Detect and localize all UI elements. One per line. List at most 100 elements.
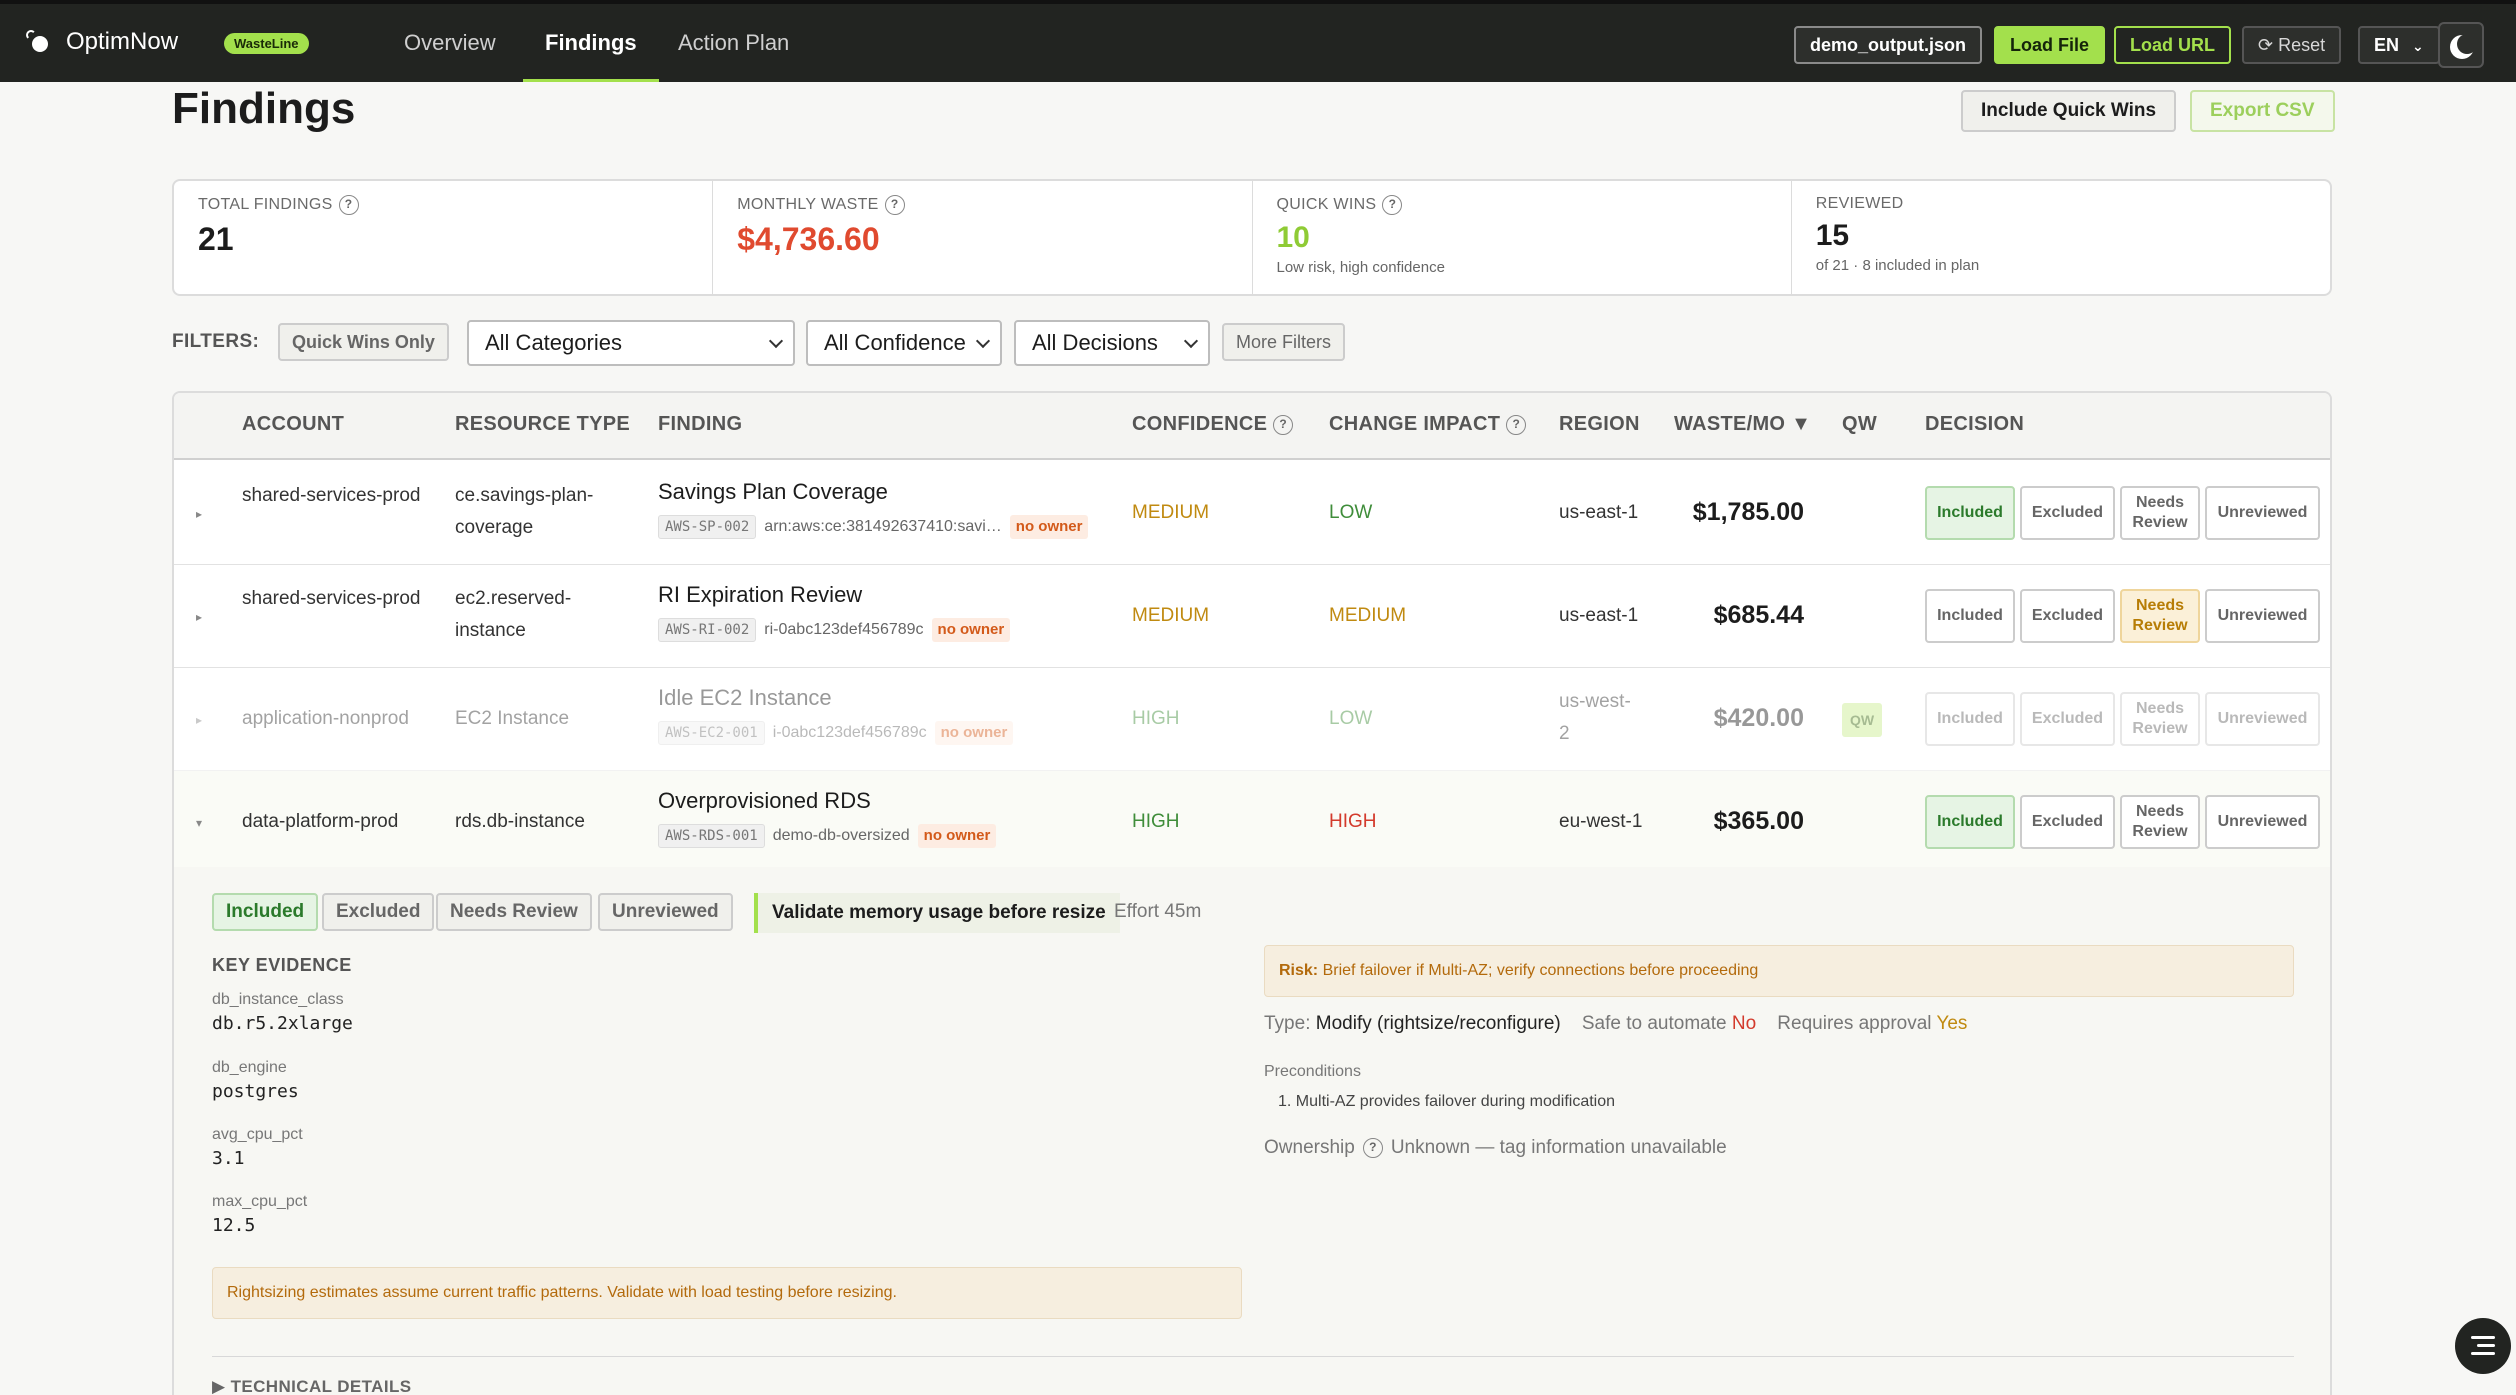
confidence-filter-select[interactable]: All Confidence: [806, 320, 1002, 366]
finding-cell: Savings Plan Coverage AWS-SP-002 arn:aws:…: [658, 476, 1089, 543]
decision-needs-review-button[interactable]: Needs Review: [2120, 589, 2200, 643]
effort-estimate: Effort 45m: [1114, 901, 1202, 922]
reset-label: Reset: [2278, 35, 2326, 55]
evidence-key: db_instance_class: [212, 991, 344, 1008]
ownership-label: Ownership: [1264, 1137, 1355, 1158]
risk-text: Brief failover if Multi-AZ; verify conne…: [1322, 962, 1759, 979]
tab-findings[interactable]: Findings: [523, 4, 659, 82]
rightsizing-note: Rightsizing estimates assume current tra…: [212, 1267, 1242, 1319]
col-resource-type[interactable]: RESOURCE TYPE: [455, 413, 630, 436]
account-cell: application-nonprod: [242, 708, 409, 729]
col-region[interactable]: REGION: [1559, 413, 1640, 436]
expand-caret-icon[interactable]: ▸: [196, 507, 202, 521]
collapse-caret-icon[interactable]: ▾: [196, 816, 202, 830]
table-row[interactable]: ▾ data-platform-prod rds.db-instance Ove…: [174, 771, 2330, 874]
decision-included-button[interactable]: Included: [1925, 795, 2015, 849]
decision-needs-review-button[interactable]: Needs Review: [2120, 692, 2200, 746]
region-cell: us-east-1: [1559, 605, 1639, 626]
reset-button[interactable]: ⟳ Reset: [2242, 26, 2342, 64]
table-row[interactable]: ▸ shared-services-prod ec2.reserved-inst…: [174, 565, 2330, 668]
table-row[interactable]: ▸ shared-services-prod ce.savings-plan-c…: [174, 462, 2330, 565]
no-owner-badge: no owner: [917, 824, 997, 848]
menu-lines-icon: [2471, 1352, 2495, 1355]
table-row[interactable]: ▸ application-nonprod EC2 Instance Idle …: [174, 668, 2330, 771]
language-value: EN: [2374, 35, 2400, 55]
help-icon[interactable]: ?: [338, 195, 359, 215]
app-logo[interactable]: OptimNow: [26, 28, 178, 56]
detail-unreviewed-button[interactable]: Unreviewed: [598, 893, 733, 931]
help-icon[interactable]: ?: [884, 195, 905, 215]
col-qw[interactable]: QW: [1842, 413, 1877, 436]
decision-excluded-button[interactable]: Excluded: [2020, 589, 2115, 643]
decision-excluded-button[interactable]: Excluded: [2020, 692, 2115, 746]
detail-excluded-button[interactable]: Excluded: [322, 893, 435, 931]
stat-monthly-waste: MONTHLY WASTE? $4,736.60: [713, 181, 1253, 294]
region-cell: us-west-2: [1559, 691, 1631, 744]
safe-automate-label: Safe to automate: [1581, 1013, 1727, 1034]
decision-excluded-button[interactable]: Excluded: [2020, 486, 2115, 540]
quick-wins-only-toggle[interactable]: Quick Wins Only: [278, 323, 449, 361]
col-decision: DECISION: [1925, 413, 2025, 435]
col-waste-sorted[interactable]: WASTE/MO ▼: [1674, 413, 1811, 436]
col-confidence[interactable]: CONFIDENCE?: [1132, 413, 1294, 436]
decision-included-button[interactable]: Included: [1925, 692, 2015, 746]
decision-unreviewed-button[interactable]: Unreviewed: [2205, 692, 2320, 746]
col-change-impact[interactable]: CHANGE IMPACT?: [1329, 413, 1527, 436]
requires-approval-value: Yes: [1936, 1013, 1968, 1034]
confidence-cell: HIGH: [1132, 708, 1180, 729]
help-icon[interactable]: ?: [1362, 1138, 1383, 1158]
action-plan-step: Validate memory usage before resize: [754, 893, 1120, 933]
stat-value: 21: [198, 221, 234, 257]
decision-included-button[interactable]: Included: [1925, 486, 2015, 540]
language-select[interactable]: EN ⌄: [2358, 26, 2440, 64]
include-quick-wins-button[interactable]: Include Quick Wins: [1961, 90, 2177, 132]
finding-code: AWS-RDS-001: [658, 824, 765, 848]
decision-excluded-button[interactable]: Excluded: [2020, 795, 2115, 849]
decision-unreviewed-button[interactable]: Unreviewed: [2205, 795, 2320, 849]
table-header: ACCOUNT RESOURCE TYPE FINDING CONFIDENCE…: [174, 393, 2330, 460]
detail-included-button[interactable]: Included: [212, 893, 319, 931]
divider: [212, 1356, 2294, 1357]
technical-details-toggle[interactable]: ▶ TECHNICAL DETAILS: [212, 1377, 412, 1395]
confidence-cell: HIGH: [1132, 811, 1180, 832]
chevron-down-icon: [975, 333, 991, 349]
finding-title: RI Expiration Review: [658, 582, 863, 607]
resource-id: demo-db-oversized: [772, 827, 910, 844]
expand-caret-icon[interactable]: ▸: [196, 610, 202, 624]
chat-assistant-button[interactable]: [2455, 1318, 2511, 1374]
col-confidence-label: CONFIDENCE: [1132, 413, 1268, 435]
decision-unreviewed-button[interactable]: Unreviewed: [2205, 589, 2320, 643]
account-cell: shared-services-prod: [242, 485, 421, 506]
help-icon[interactable]: ?: [1273, 414, 1294, 435]
decision-needs-review-button[interactable]: Needs Review: [2120, 795, 2200, 849]
load-url-button[interactable]: Load URL: [2114, 26, 2231, 64]
stat-label: REVIEWED: [1815, 195, 1904, 212]
finding-code: AWS-RI-002: [658, 618, 757, 642]
menu-lines-icon: [2471, 1336, 2495, 1339]
decision-needs-review-button[interactable]: Needs Review: [2120, 486, 2200, 540]
decision-included-button[interactable]: Included: [1925, 589, 2015, 643]
tab-overview[interactable]: Overview: [382, 4, 518, 82]
category-filter-select[interactable]: All Categories: [467, 320, 795, 366]
evidence-value: 3.1: [212, 1148, 245, 1169]
load-file-button[interactable]: Load File: [1994, 26, 2106, 64]
evidence-key: max_cpu_pct: [212, 1193, 308, 1210]
tab-action-plan[interactable]: Action Plan: [656, 4, 811, 82]
decision-unreviewed-button[interactable]: Unreviewed: [2205, 486, 2320, 540]
theme-toggle-button[interactable]: [2438, 22, 2484, 68]
decision-filter-select[interactable]: All Decisions: [1014, 320, 1210, 366]
resource-id: i-0abc123def456789c: [772, 724, 927, 741]
help-icon[interactable]: ?: [1382, 195, 1403, 215]
col-account[interactable]: ACCOUNT: [242, 413, 344, 436]
chevron-down-icon: [768, 333, 784, 349]
export-csv-button[interactable]: Export CSV: [2190, 90, 2335, 132]
finding-cell: RI Expiration Review AWS-RI-002 ri-0abc12…: [658, 579, 1011, 646]
help-icon[interactable]: ?: [1506, 414, 1527, 435]
more-filters-button[interactable]: More Filters: [1222, 323, 1346, 361]
resource-type-cell: EC2 Instance: [455, 708, 570, 729]
stat-reviewed: REVIEWED 15 of 21 · 8 included in plan: [1792, 181, 2330, 294]
detail-needs-review-button[interactable]: Needs Review: [436, 893, 592, 931]
col-finding[interactable]: FINDING: [658, 413, 742, 436]
quick-win-cell: QW: [1842, 703, 1883, 737]
expand-caret-icon[interactable]: ▸: [196, 713, 202, 727]
